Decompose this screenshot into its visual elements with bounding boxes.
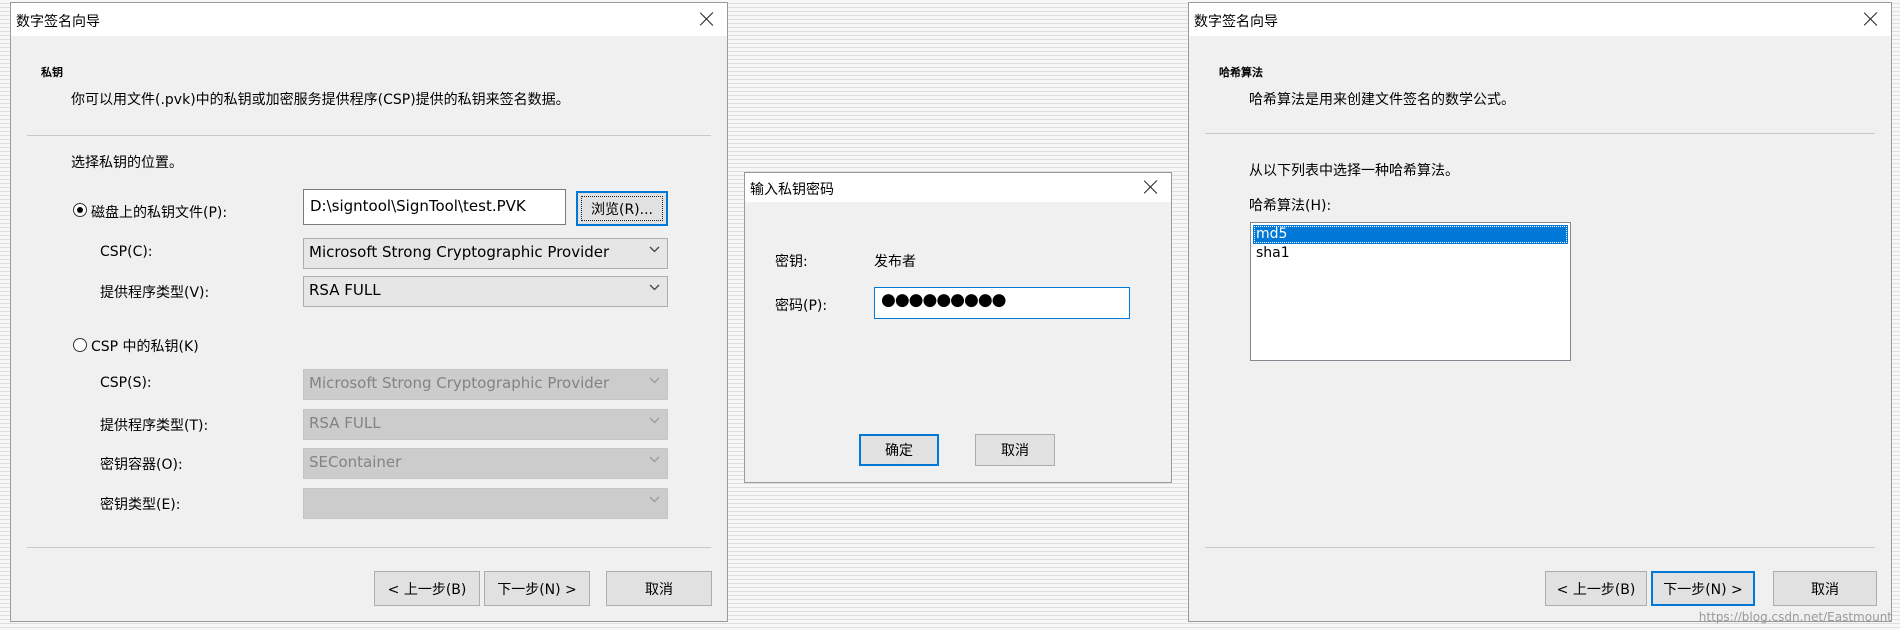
chevron-down-icon bbox=[649, 496, 660, 503]
csp2-select-value: Microsoft Strong Cryptographic Provider bbox=[309, 374, 610, 392]
watermark-text: https://blog.csdn.net/Eastmount bbox=[1698, 610, 1892, 624]
window-title: 数字签名向导 bbox=[16, 14, 100, 30]
hash-prompt: 从以下列表中选择一种哈希算法。 bbox=[1249, 163, 1459, 179]
title-bar: 输入私钥密码 bbox=[745, 173, 1171, 202]
provider-type-label: 提供程序类型(V): bbox=[100, 285, 210, 301]
private-key-file-label: 磁盘上的私钥文件(P): bbox=[91, 205, 228, 221]
provider-type-select-value: RSA FULL bbox=[309, 281, 381, 299]
csp2-label: CSP(S): bbox=[100, 375, 152, 391]
csp2-select: Microsoft Strong Cryptographic Provider bbox=[303, 369, 668, 400]
private-key-path-input[interactable]: D:\signtool\SignTool\test.PVK bbox=[303, 189, 566, 225]
csp-label: CSP(C): bbox=[100, 244, 153, 260]
divider bbox=[27, 547, 711, 548]
back-button[interactable]: < 上一步(B) bbox=[1545, 571, 1647, 606]
provider-type2-label: 提供程序类型(T): bbox=[100, 418, 209, 434]
radio-csp-private-key[interactable] bbox=[73, 338, 87, 352]
divider bbox=[27, 135, 711, 136]
divider bbox=[1205, 547, 1875, 548]
key-label: 密钥: bbox=[775, 254, 808, 270]
key-container-select: SEContainer bbox=[303, 448, 668, 479]
key-type-label: 密钥类型(E): bbox=[100, 497, 181, 513]
list-item-md5[interactable]: md5 bbox=[1253, 225, 1568, 244]
window-title: 输入私钥密码 bbox=[750, 182, 834, 198]
signature-wizard-hash-dialog: 数字签名向导 哈希算法 哈希算法是用来创建文件签名的数学公式。 从以下列表中选择… bbox=[1188, 2, 1892, 622]
radio-private-key-file[interactable] bbox=[73, 203, 87, 217]
hash-algorithm-list[interactable]: md5 sha1 bbox=[1250, 222, 1571, 361]
next-button[interactable]: 下一步(N) > bbox=[1651, 571, 1755, 606]
divider bbox=[1205, 133, 1875, 134]
cancel-button[interactable]: 取消 bbox=[606, 571, 712, 606]
list-item-sha1[interactable]: sha1 bbox=[1253, 244, 1568, 263]
section-description: 哈希算法是用来创建文件签名的数学公式。 bbox=[1249, 92, 1515, 108]
enter-password-dialog: 输入私钥密码 密钥: 发布者 密码(P): ●●●●●●●●● 确定 取消 bbox=[744, 172, 1172, 483]
chevron-down-icon bbox=[649, 246, 660, 253]
key-container-select-value: SEContainer bbox=[309, 453, 402, 471]
provider-type2-select: RSA FULL bbox=[303, 409, 668, 440]
csp-select[interactable]: Microsoft Strong Cryptographic Provider bbox=[303, 238, 668, 269]
section-description: 你可以用文件(.pvk)中的私钥或加密服务提供程序(CSP)提供的私钥来签名数据… bbox=[71, 92, 570, 108]
key-type-select bbox=[303, 488, 668, 519]
key-value: 发布者 bbox=[874, 254, 916, 270]
provider-type-select[interactable]: RSA FULL bbox=[303, 276, 668, 307]
section-heading: 私钥 bbox=[41, 66, 63, 79]
password-input[interactable]: ●●●●●●●●● bbox=[874, 287, 1130, 319]
key-container-label: 密钥容器(O): bbox=[100, 457, 183, 473]
csp-select-value: Microsoft Strong Cryptographic Provider bbox=[309, 243, 610, 261]
provider-type2-select-value: RSA FULL bbox=[309, 414, 381, 432]
chevron-down-icon bbox=[649, 417, 660, 424]
chevron-down-icon bbox=[649, 456, 660, 463]
location-prompt: 选择私钥的位置。 bbox=[71, 155, 183, 171]
close-icon[interactable] bbox=[1141, 177, 1161, 197]
ok-button[interactable]: 确定 bbox=[859, 434, 939, 466]
close-icon[interactable] bbox=[1861, 9, 1881, 29]
hash-list-label: 哈希算法(H): bbox=[1249, 198, 1332, 214]
back-button[interactable]: < 上一步(B) bbox=[374, 571, 480, 606]
title-bar: 数字签名向导 bbox=[11, 3, 727, 36]
next-button[interactable]: 下一步(N) > bbox=[484, 571, 590, 606]
close-icon[interactable] bbox=[697, 9, 717, 29]
password-label: 密码(P): bbox=[775, 298, 828, 314]
chevron-down-icon bbox=[649, 377, 660, 384]
signature-wizard-private-key-dialog: 数字签名向导 私钥 你可以用文件(.pvk)中的私钥或加密服务提供程序(CSP)… bbox=[10, 2, 728, 622]
cancel-button[interactable]: 取消 bbox=[975, 434, 1055, 466]
section-heading: 哈希算法 bbox=[1219, 66, 1263, 79]
cancel-button[interactable]: 取消 bbox=[1773, 571, 1877, 606]
csp-private-key-label: CSP 中的私钥(K) bbox=[91, 339, 199, 355]
browse-button[interactable]: 浏览(R)... bbox=[576, 191, 668, 226]
title-bar: 数字签名向导 bbox=[1189, 3, 1891, 36]
window-title: 数字签名向导 bbox=[1194, 14, 1278, 30]
chevron-down-icon bbox=[649, 284, 660, 291]
